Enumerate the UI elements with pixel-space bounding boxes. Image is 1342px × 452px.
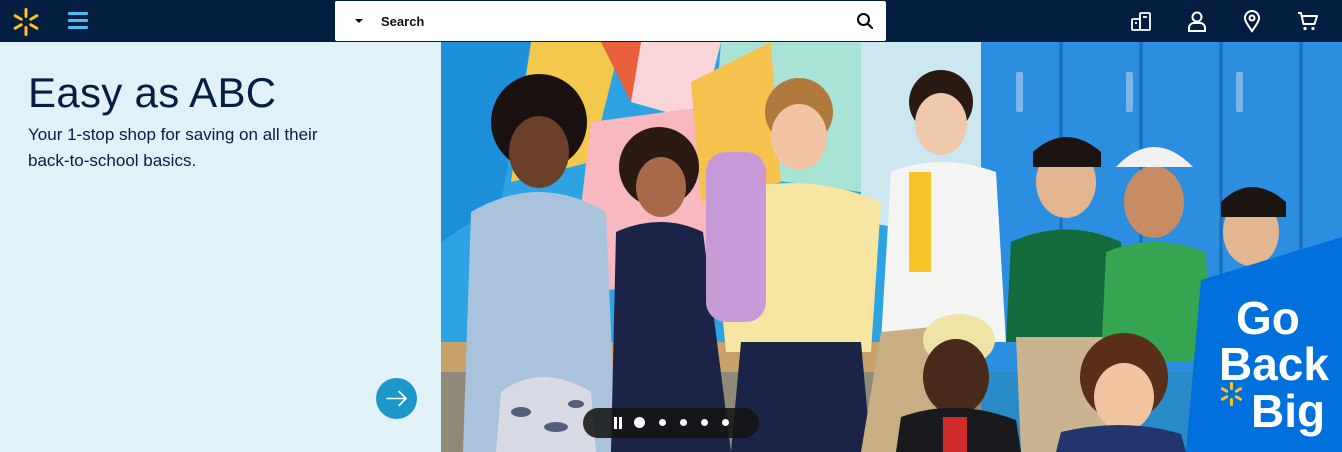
carousel-controls [583, 408, 759, 438]
search-icon[interactable] [855, 11, 875, 31]
hero-photo: Go Back Big [441, 42, 1342, 452]
cart-icon[interactable] [1296, 9, 1320, 33]
badge-line-3: Big [1251, 385, 1325, 437]
pause-icon[interactable] [613, 417, 623, 429]
caret-down-icon[interactable] [349, 11, 369, 31]
hero-banner-image[interactable]: Go Back Big [441, 42, 1342, 452]
promo-panel: Easy as ABC Your 1-stop shop for saving … [0, 42, 441, 452]
search-bar [335, 1, 886, 41]
arrow-right-icon [386, 390, 407, 407]
carousel-dot-1[interactable] [634, 417, 645, 428]
search-input[interactable] [381, 9, 841, 33]
badge-line-1: Go [1236, 292, 1300, 344]
badge-line-2: Back [1219, 338, 1329, 390]
next-slide-button[interactable] [376, 378, 417, 419]
carousel-dot-5[interactable] [722, 419, 729, 426]
promo-title: Easy as ABC [28, 69, 277, 116]
walmart-spark-icon[interactable] [10, 6, 42, 38]
reorder-icon[interactable] [1129, 9, 1153, 33]
carousel-dot-4[interactable] [701, 419, 708, 426]
hamburger-menu-icon[interactable] [66, 9, 90, 33]
store-location-icon[interactable] [1240, 9, 1264, 33]
promo-subtitle: Your 1-stop shop for saving on all their… [28, 125, 318, 170]
carousel-dot-2[interactable] [659, 419, 666, 426]
top-header [0, 0, 1342, 42]
carousel-dot-3[interactable] [680, 419, 687, 426]
account-icon[interactable] [1185, 9, 1209, 33]
